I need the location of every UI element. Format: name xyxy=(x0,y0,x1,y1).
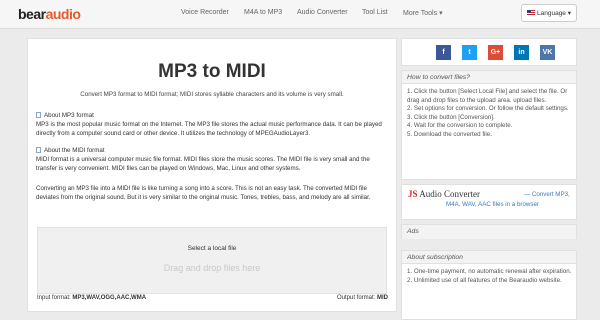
subscription-heading: About subscription xyxy=(402,251,576,264)
about-midi-heading-text: About the MIDI format xyxy=(44,147,105,154)
nav-more-tools[interactable]: More Tools ▾ xyxy=(403,9,443,17)
linkedin-share-button[interactable]: in xyxy=(514,45,529,60)
about-mp3-heading: About MP3 format xyxy=(36,112,94,119)
logo-text-audio: audio xyxy=(45,6,81,22)
about-midi-text: MIDI format is a universal computer musi… xyxy=(36,156,370,172)
page-subtitle: Convert MP3 format to MIDI format; MIDI … xyxy=(80,91,344,98)
converter-card: MP3 to MIDI Convert MP3 format to MIDI f… xyxy=(27,38,397,312)
document-icon xyxy=(36,147,41,154)
about-mp3-text: MP3 is the most popular music format on … xyxy=(36,121,382,137)
nav-audio-converter[interactable]: Audio Converter xyxy=(297,9,348,16)
facebook-share-button[interactable]: f xyxy=(436,45,451,60)
vk-share-button[interactable]: VK xyxy=(540,45,555,60)
how-to-heading: How to convert files? xyxy=(402,71,576,84)
js-audio-converter-logo[interactable]: JS Audio Converter xyxy=(408,189,480,199)
select-local-file-button[interactable]: Select a local file xyxy=(38,245,386,252)
ads-panel: Ads xyxy=(401,224,577,239)
output-format-label: Output format: xyxy=(336,295,376,301)
us-flag-icon xyxy=(527,10,535,17)
input-format: Input format: MP3,WAV,OGG,AAC,WMA xyxy=(37,295,146,301)
top-navbar: bearaudio Voice Recorder M4A to MP3 Audi… xyxy=(0,0,600,29)
chevron-down-icon: ▾ xyxy=(439,10,443,17)
input-format-value: MP3,WAV,OGG,AAC,WMA xyxy=(72,295,147,301)
logo-text-bear: bear xyxy=(18,6,46,22)
promo-logo-js: JS xyxy=(408,189,418,199)
input-format-label: Input format: xyxy=(37,295,71,301)
js-audio-converter-promo: JS Audio Converter — Convert MP3, M4A, W… xyxy=(401,184,577,220)
about-mp3-heading-text: About MP3 format xyxy=(44,112,94,119)
subscription-items: 1. One-time payment, no automatic renewa… xyxy=(407,268,572,285)
nav-more-tools-label: More Tools xyxy=(403,10,438,17)
nav-tool-list[interactable]: Tool List xyxy=(362,9,388,16)
ads-heading: Ads xyxy=(402,225,576,239)
language-dropdown[interactable]: Language ▾ xyxy=(521,4,577,22)
how-to-steps: 1. Click the button [Select Local File] … xyxy=(407,88,572,140)
language-label: Language xyxy=(537,10,566,17)
how-to-step: 3. Click the button [Conversion]. xyxy=(407,113,495,121)
promo-logo-text: Audio Converter xyxy=(419,189,481,199)
output-format: Output format: MID xyxy=(337,295,388,301)
nav-voice-recorder[interactable]: Voice Recorder xyxy=(181,9,229,16)
output-format-value: MID xyxy=(377,295,388,301)
promo-link[interactable]: M4A, WAV, AAC files in a browser xyxy=(446,201,539,208)
bearaudio-logo[interactable]: bearaudio xyxy=(18,6,81,22)
page-title: MP3 to MIDI xyxy=(158,61,266,82)
subscription-item: 2. Unlimited use of all features of the … xyxy=(407,276,562,284)
twitter-share-button[interactable]: t xyxy=(462,45,477,60)
google-plus-share-button[interactable]: G+ xyxy=(488,45,503,60)
how-to-step: 2. Set options for conversion. Or follow… xyxy=(407,105,569,113)
converting-text: Converting an MP3 file into a MIDI file … xyxy=(36,185,371,201)
subscription-panel: About subscription 1. One-time payment, … xyxy=(401,250,577,320)
how-to-step: 5. Download the converted file. xyxy=(407,130,492,138)
how-to-step: 4. Wait for the conversion to complete. xyxy=(407,122,513,130)
share-buttons-panel: f t G+ in VK ☺ xyxy=(401,38,577,66)
how-to-step: 1. Click the button [Select Local File] … xyxy=(407,88,568,104)
document-icon xyxy=(36,112,41,119)
dropzone-hint: Drag and drop files here xyxy=(163,263,261,273)
about-midi-heading: About the MIDI format xyxy=(36,147,105,154)
promo-link[interactable]: — Convert MP3, xyxy=(524,191,570,198)
chevron-down-icon: ▾ xyxy=(567,10,571,17)
file-dropzone[interactable]: Select a local file Drag and drop files … xyxy=(37,227,387,294)
nav-m4a-to-mp3[interactable]: M4A to MP3 xyxy=(244,9,282,16)
subscription-item: 1. One-time payment, no automatic renewa… xyxy=(407,268,572,275)
how-to-panel: How to convert files? 1. Click the butto… xyxy=(401,70,577,180)
